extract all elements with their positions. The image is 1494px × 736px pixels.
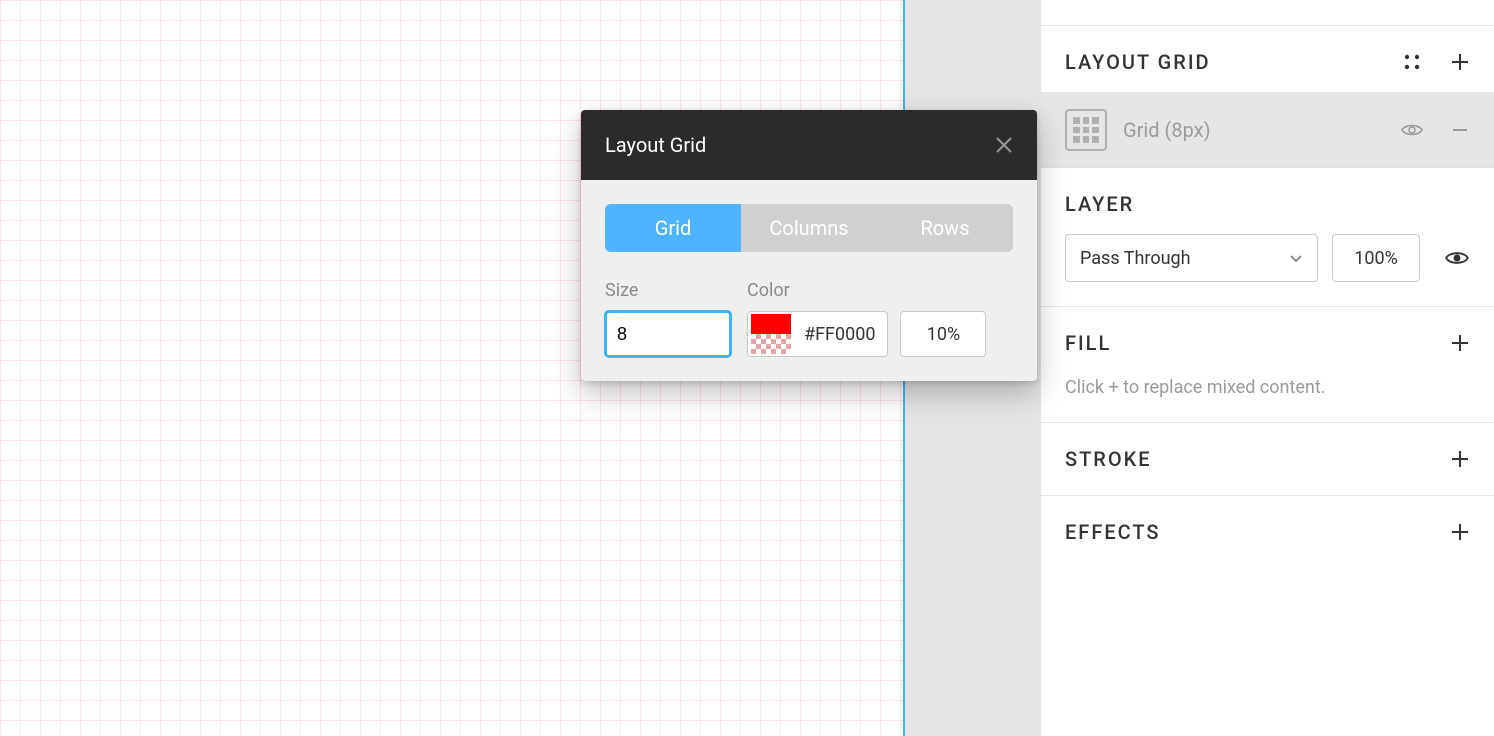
section-stroke: STROKE [1041,423,1494,496]
section-layout-grid-title: LAYOUT GRID [1065,50,1211,74]
color-hex-value[interactable]: #FF0000 [794,324,875,345]
size-label: Size [605,280,731,301]
color-swatch-icon [751,314,791,354]
layout-grid-popover: Layout Grid Grid Columns Rows Size [581,110,1037,381]
add-fill-icon[interactable] [1450,333,1470,353]
section-layer-title: LAYER [1065,192,1134,216]
properties-panel: LAYOUT GRID Grid (8px) [1040,0,1494,736]
section-stroke-title: STROKE [1065,447,1152,471]
grid-type-tabs: Grid Columns Rows [605,204,1013,252]
layer-controls-row: Pass Through 100% [1065,234,1470,282]
canvas-area[interactable]: Layout Grid Grid Columns Rows Size [0,0,1040,736]
tab-grid[interactable]: Grid [605,204,741,252]
section-layer-header: LAYER [1065,192,1470,216]
panel-top-spacer [1041,0,1494,26]
blend-mode-value: Pass Through [1080,248,1191,269]
section-effects: EFFECTS [1041,496,1494,568]
popover-title: Layout Grid [605,133,706,157]
layout-grid-entry[interactable]: Grid (8px) [1041,93,1494,168]
popover-header: Layout Grid [581,110,1037,180]
popover-fields: Size Color #FF0000 [605,280,1013,357]
size-field: Size [605,280,731,357]
blend-mode-select[interactable]: Pass Through [1065,234,1318,282]
tab-rows[interactable]: Rows [877,204,1013,252]
color-swatch-input[interactable]: #FF0000 [747,311,888,357]
grid-styles-icon[interactable] [1402,52,1422,72]
fill-help-text: Click + to replace mixed content. [1065,377,1470,398]
layer-visibility-icon[interactable] [1444,245,1470,271]
add-layout-grid-icon[interactable] [1450,52,1470,72]
color-opacity-input[interactable]: 10% [900,311,986,357]
size-input[interactable] [605,311,731,357]
layout-grid-entry-label: Grid (8px) [1123,118,1211,142]
section-fill: FILL Click + to replace mixed content. [1041,307,1494,423]
add-stroke-icon[interactable] [1450,449,1470,469]
layer-opacity-input[interactable]: 100% [1332,234,1420,282]
grid-uniform-icon [1065,109,1107,151]
color-field: Color #FF0000 10% [747,280,986,357]
section-layout-grid: LAYOUT GRID [1041,26,1494,93]
app-root: Layout Grid Grid Columns Rows Size [0,0,1494,736]
section-fill-title: FILL [1065,331,1111,355]
tab-columns[interactable]: Columns [741,204,877,252]
section-stroke-header: STROKE [1065,447,1470,471]
remove-icon[interactable] [1450,120,1470,140]
color-label: Color [747,280,986,301]
section-fill-header: FILL [1065,331,1470,355]
section-effects-header: EFFECTS [1065,520,1470,544]
section-layer: LAYER Pass Through 100% [1041,168,1494,307]
add-effect-icon[interactable] [1450,522,1470,542]
chevron-down-icon [1289,251,1303,265]
section-layout-grid-header: LAYOUT GRID [1065,50,1470,74]
color-row: #FF0000 10% [747,311,986,357]
popover-body: Grid Columns Rows Size Color [581,180,1037,381]
section-effects-title: EFFECTS [1065,520,1161,544]
close-icon[interactable] [995,136,1013,154]
eye-icon[interactable] [1400,118,1424,142]
